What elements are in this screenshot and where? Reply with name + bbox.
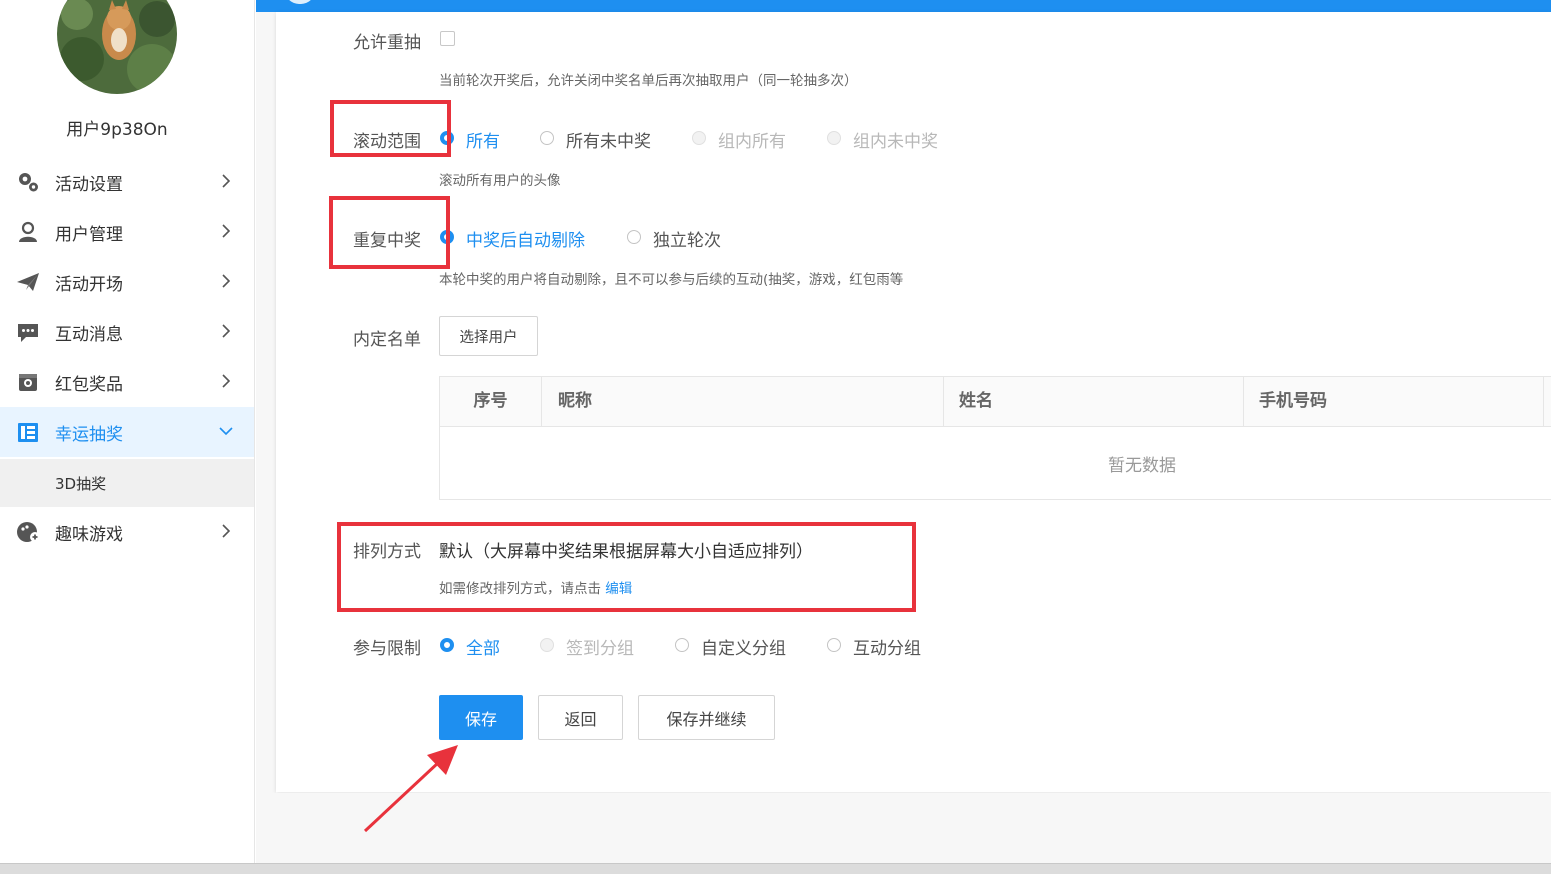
column-header-index: 序号 xyxy=(440,377,542,426)
allow-redraw-hint: 当前轮次开奖后，允许关闭中奖名单后再次抽取用户（同一轮抽多次） xyxy=(439,73,858,89)
participation-radio-all[interactable] xyxy=(440,638,454,652)
scroll-range-option-all[interactable]: 所有 xyxy=(466,127,500,152)
scroll-range-option-group-unwon: 组内未中奖 xyxy=(853,132,938,152)
column-header-phone: 手机号码 xyxy=(1244,377,1544,426)
content-gutter xyxy=(256,12,276,863)
participation-radio-checkin-group xyxy=(540,638,554,652)
whitelist-table: 序号 昵称 姓名 手机号码 暂无数据 xyxy=(439,376,1551,500)
sidebar-item-activity-settings[interactable]: 活动设置 xyxy=(0,157,254,207)
lottery-icon xyxy=(18,423,38,442)
sidebar-item-interactive-messages[interactable]: 互动消息 xyxy=(0,307,254,357)
repeat-win-option-auto-remove[interactable]: 中奖后自动剔除 xyxy=(466,226,585,251)
sidebar-item-label: 活动开场 xyxy=(55,274,123,295)
allow-redraw-label: 允许重抽 xyxy=(353,33,421,53)
sidebar-item-red-packets-prizes[interactable]: 红包奖品 xyxy=(0,357,254,407)
participation-label: 参与限制 xyxy=(353,639,421,659)
annotation-box-arrangement xyxy=(337,522,916,612)
chevron-right-icon xyxy=(222,374,231,388)
repeat-win-option-independent[interactable]: 独立轮次 xyxy=(653,226,721,251)
back-button[interactable]: 返回 xyxy=(538,695,623,740)
chevron-right-icon xyxy=(222,224,231,238)
chevron-right-icon xyxy=(222,174,231,188)
participation-option-checkin-group: 签到分组 xyxy=(566,639,634,659)
column-header-name: 姓名 xyxy=(944,377,1244,426)
chat-bubble-icon xyxy=(18,324,38,342)
participation-radio-custom-group[interactable] xyxy=(675,638,689,652)
sidebar-item-label: 幸运抽奖 xyxy=(55,424,123,445)
chevron-down-icon xyxy=(219,427,233,436)
gift-icon xyxy=(19,374,37,391)
scroll-range-radio-group-unwon xyxy=(827,131,841,145)
chevron-right-icon xyxy=(222,274,231,288)
sidebar-item-activity-opening[interactable]: 活动开场 xyxy=(0,257,254,307)
sidebar: 用户9p38On 活动设置 用户管理 活动开场 互动消息 红包奖品 幸运抽奖 3… xyxy=(0,0,255,863)
avatar[interactable] xyxy=(57,0,177,94)
sidebar-item-user-management[interactable]: 用户管理 xyxy=(0,207,254,257)
sidebar-subitem-label: 3D抽奖 xyxy=(55,475,107,493)
chevron-right-icon xyxy=(222,524,231,538)
user-icon xyxy=(19,221,37,242)
sidebar-item-label: 活动设置 xyxy=(55,174,123,195)
save-button[interactable]: 保存 xyxy=(439,695,523,740)
username: 用户9p38On xyxy=(66,120,168,140)
sidebar-item-label: 用户管理 xyxy=(55,224,123,245)
chevron-right-icon xyxy=(222,324,231,338)
sidebar-item-fun-games[interactable]: 趣味游戏 xyxy=(0,507,254,557)
scroll-range-hint: 滚动所有用户的头像 xyxy=(439,173,561,189)
participation-option-custom-group[interactable]: 自定义分组 xyxy=(701,634,786,659)
participation-radio-interactive-group[interactable] xyxy=(827,638,841,652)
paper-plane-icon xyxy=(17,273,39,291)
sidebar-subitem-3d-draw[interactable]: 3D抽奖 xyxy=(0,459,254,507)
scroll-range-radio-all-unwon[interactable] xyxy=(540,131,554,145)
table-empty-text: 暂无数据 xyxy=(1108,456,1176,476)
sidebar-item-label: 趣味游戏 xyxy=(55,524,123,545)
save-and-continue-button[interactable]: 保存并继续 xyxy=(638,695,775,740)
column-header-nickname: 昵称 xyxy=(542,377,944,426)
annotation-box-repeat-win xyxy=(329,196,450,269)
annotation-box-scroll-range xyxy=(330,100,451,157)
repeat-win-hint: 本轮中奖的用户将自动剔除，且不可以参与后续的互动(抽奖，游戏，红包雨等 xyxy=(439,272,904,288)
sidebar-item-lucky-draw[interactable]: 幸运抽奖 xyxy=(0,407,254,457)
scroll-range-radio-group-all xyxy=(692,131,706,145)
table-header: 序号 昵称 姓名 手机号码 xyxy=(440,377,1551,427)
scroll-range-option-group-all: 组内所有 xyxy=(718,132,786,152)
participation-option-all[interactable]: 全部 xyxy=(466,634,500,659)
allow-redraw-checkbox[interactable] xyxy=(440,31,455,46)
sidebar-item-label: 互动消息 xyxy=(55,324,123,345)
top-header-bar xyxy=(256,0,1551,12)
participation-option-interactive-group[interactable]: 互动分组 xyxy=(853,634,921,659)
game-icon xyxy=(17,522,40,542)
gears-icon xyxy=(19,173,38,192)
scroll-range-option-all-unwon[interactable]: 所有未中奖 xyxy=(566,127,651,152)
whitelist-label: 内定名单 xyxy=(353,330,421,350)
sidebar-item-label: 红包奖品 xyxy=(55,374,123,395)
bottom-scrollbar-edge xyxy=(0,863,1551,874)
select-users-button[interactable]: 选择用户 xyxy=(439,316,538,356)
repeat-win-radio-independent[interactable] xyxy=(627,230,641,244)
annotation-arrow-icon xyxy=(363,745,458,833)
